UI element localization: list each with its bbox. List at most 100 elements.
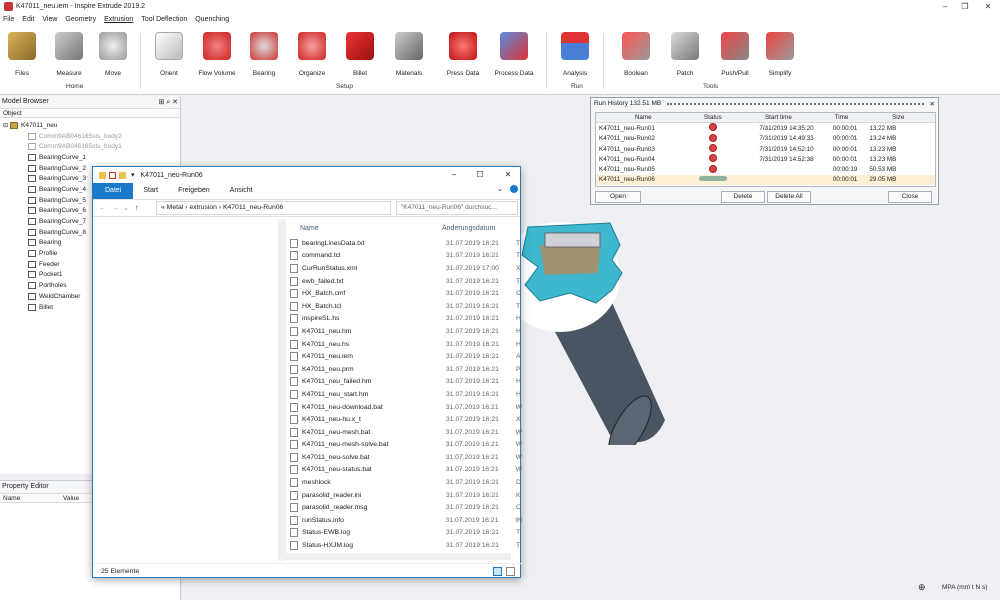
boolean-button[interactable]: Boolean	[614, 32, 658, 77]
analysis-button[interactable]: Analysis	[553, 32, 597, 77]
file-row[interactable]: K47011_neu-download.bat 31.07.2019 16:21 W	[286, 401, 522, 414]
recent-dropdown-icon[interactable]: ⌄	[123, 204, 129, 212]
address-bar[interactable]: « Metal › extrusion › K47011_neu-Run06	[156, 201, 391, 215]
run-row[interactable]: K47011_neu-Run05 00:00:19 50.53 MB	[596, 164, 935, 174]
file-date: 31.07.2019 16:21	[446, 353, 499, 361]
organize-button[interactable]: Organize	[290, 32, 334, 77]
close-run-history-button[interactable]: Close	[888, 191, 932, 203]
file-row[interactable]: runStatus.info 31.07.2019 16:21 IN	[286, 514, 522, 527]
run-row[interactable]: K47011_neu-Run06 00:00:01 29.05 MB	[596, 174, 935, 186]
name-column-header[interactable]: Name	[286, 225, 442, 232]
model-browser-controls[interactable]: ⊞ ⌕ ✕	[158, 98, 178, 106]
delete-all-button[interactable]: Delete All	[767, 191, 811, 203]
run-row[interactable]: K47011_neu-Run01 7/31/2019 14:35:20 00:00:…	[596, 123, 935, 133]
run-row[interactable]: K47011_neu-Run02 7/31/2019 14:49:33 00:00:…	[596, 133, 935, 144]
file-row[interactable]: K47011_neu.iem 31.07.2019 16:21 A	[286, 350, 522, 363]
file-row[interactable]: K47011_neu-mesh-solve.bat 31.07.2019 16:2…	[286, 439, 522, 452]
files-button[interactable]: Files	[0, 32, 44, 77]
forward-icon[interactable]: →	[112, 205, 119, 212]
snap-icon[interactable]: ⊕	[918, 582, 926, 593]
run-row[interactable]: K47011_neu-Run03 7/31/2019 14:52:10 00:00:…	[596, 144, 935, 154]
explorer-close-button[interactable]: ✕	[497, 167, 519, 183]
process-data-button[interactable]: Process Data	[492, 32, 536, 77]
search-input[interactable]: "K47011_neu-Run06" durchsuc...	[396, 201, 518, 215]
file-row[interactable]: parasolid_reader.ini 31.07.2019 16:21 K	[286, 489, 522, 502]
file-row[interactable]: ewb_failed.txt 31.07.2019 16:21 T	[286, 275, 522, 288]
viewport-model[interactable]	[500, 205, 700, 445]
file-row[interactable]: bearingLinesData.txt 31.07.2019 16:21 T	[286, 237, 522, 250]
object-column-header[interactable]: Object	[0, 108, 180, 118]
file-row[interactable]: CurRunStatus.xml 31.07.2019 17:00 X	[286, 262, 522, 275]
file-row[interactable]: command.tcl 31.07.2019 16:21 T	[286, 250, 522, 263]
help-icon[interactable]	[510, 185, 518, 193]
move-button[interactable]: Move	[91, 32, 135, 77]
file-row[interactable]: K47011_neu.prm 31.07.2019 16:21 P	[286, 363, 522, 376]
file-list-scrollbar[interactable]	[286, 553, 511, 560]
menu-edit[interactable]: Edit	[22, 16, 34, 23]
quick-access-dropdown-icon[interactable]: ▾	[131, 171, 135, 179]
value-column-header[interactable]: Value	[63, 495, 79, 502]
run-history-close-icon[interactable]: ✕	[930, 100, 935, 108]
measure-button[interactable]: Measure	[47, 32, 91, 77]
back-icon[interactable]: ←	[99, 205, 106, 212]
minimize-button[interactable]: –	[935, 0, 955, 13]
file-row[interactable]: K47011_neu-mesh.bat 31.07.2019 16:21 W	[286, 426, 522, 439]
file-type: K	[516, 491, 521, 499]
file-row[interactable]: inspireSL.hs 31.07.2019 16:21 H	[286, 313, 522, 326]
open-button[interactable]: Open	[595, 191, 641, 203]
push-pull-button[interactable]: Push/Pull	[713, 32, 757, 77]
file-row[interactable]: parasolid_reader.msg 31.07.2019 16:21 O	[286, 501, 522, 514]
menu-file[interactable]: File	[3, 16, 14, 23]
maximize-button[interactable]: ❐	[955, 0, 975, 13]
tree-root[interactable]: ⊟ K47011_neu	[0, 120, 180, 131]
explorer-minimize-button[interactable]: –	[443, 167, 465, 183]
bearing-button[interactable]: Bearing	[242, 32, 286, 77]
orient-button[interactable]: Orient	[147, 32, 191, 77]
patch-icon	[671, 32, 699, 60]
patch-button[interactable]: Patch	[663, 32, 707, 77]
file-row[interactable]: HX_Batch.cmf 31.07.2019 16:21 C	[286, 287, 522, 300]
file-row[interactable]: K47011_neu.hm 31.07.2019 16:21 H	[286, 325, 522, 338]
file-row[interactable]: Status-EWB.log 31.07.2019 16:21 T	[286, 527, 522, 540]
menu-view[interactable]: View	[42, 16, 57, 23]
tab-start[interactable]: Start	[133, 183, 168, 199]
file-row[interactable]: HX_Batch.tcl 31.07.2019 16:21 T	[286, 300, 522, 313]
menu-tool-deflection[interactable]: Tool Deflection	[141, 16, 187, 23]
collapse-icon[interactable]: ⊟	[3, 122, 8, 129]
file-row[interactable]: K47011_neu_start.hm 31.07.2019 16:21 H	[286, 388, 522, 401]
tab-freigeben[interactable]: Freigeben	[168, 183, 220, 199]
tree-item[interactable]: BearingCurve_1	[0, 152, 180, 163]
up-icon[interactable]: ↑	[135, 205, 139, 212]
tab-ansicht[interactable]: Ansicht	[220, 183, 263, 199]
file-row[interactable]: K47011_neu-status.bat 31.07.2019 16:21 W	[286, 464, 522, 477]
menu-extrusion[interactable]: Extrusion	[104, 16, 133, 23]
press-data-button[interactable]: Press Data	[441, 32, 485, 77]
flow-volume-button[interactable]: Flow Volume	[195, 32, 239, 77]
menu-geometry[interactable]: Geometry	[65, 16, 96, 23]
delete-button[interactable]: Delete	[721, 191, 765, 203]
file-row[interactable]: K47011_neu.hs 31.07.2019 16:21 H	[286, 338, 522, 351]
billet-button[interactable]: Billet	[338, 32, 382, 77]
file-row[interactable]: K47011_neu-solve.bat 31.07.2019 16:21 W	[286, 451, 522, 464]
ribbon-expand-icon[interactable]: ⌄	[497, 185, 503, 193]
run-row[interactable]: K47011_neu-Run04 7/31/2019 14:52:38 00:00:…	[596, 154, 935, 164]
properties-icon[interactable]	[109, 171, 116, 179]
materials-button[interactable]: Materials	[387, 32, 431, 77]
file-row[interactable]: K47011_neu-hu.x_t 31.07.2019 16:21 X	[286, 413, 522, 426]
date-column-header[interactable]: Änderungsdatum	[442, 225, 495, 232]
tree-item[interactable]: Comm9AB046165sts_body1	[0, 141, 180, 152]
tree-item[interactable]: Comm9AB046165sts_body2	[0, 131, 180, 142]
name-column-header[interactable]: Name	[3, 495, 63, 502]
close-button[interactable]: ✕	[978, 0, 998, 13]
units-label[interactable]: MPA (mm t N s)	[942, 584, 987, 591]
file-row[interactable]: Status-HXJM.log 31.07.2019 16:21 T	[286, 539, 522, 552]
file-row[interactable]: meshlock 31.07.2019 16:21 D	[286, 476, 522, 489]
simplify-button[interactable]: Simplify	[758, 32, 802, 77]
new-folder-icon[interactable]	[119, 171, 126, 179]
menu-quenching[interactable]: Quenching	[195, 16, 229, 23]
explorer-maximize-button[interactable]: ☐	[469, 167, 491, 183]
tab-datei[interactable]: Datei	[93, 183, 134, 199]
file-row[interactable]: K47011_neu_failed.hm 31.07.2019 16:21 H	[286, 376, 522, 389]
navigation-pane[interactable]	[93, 219, 279, 561]
navigation-scrollbar[interactable]	[279, 219, 286, 561]
